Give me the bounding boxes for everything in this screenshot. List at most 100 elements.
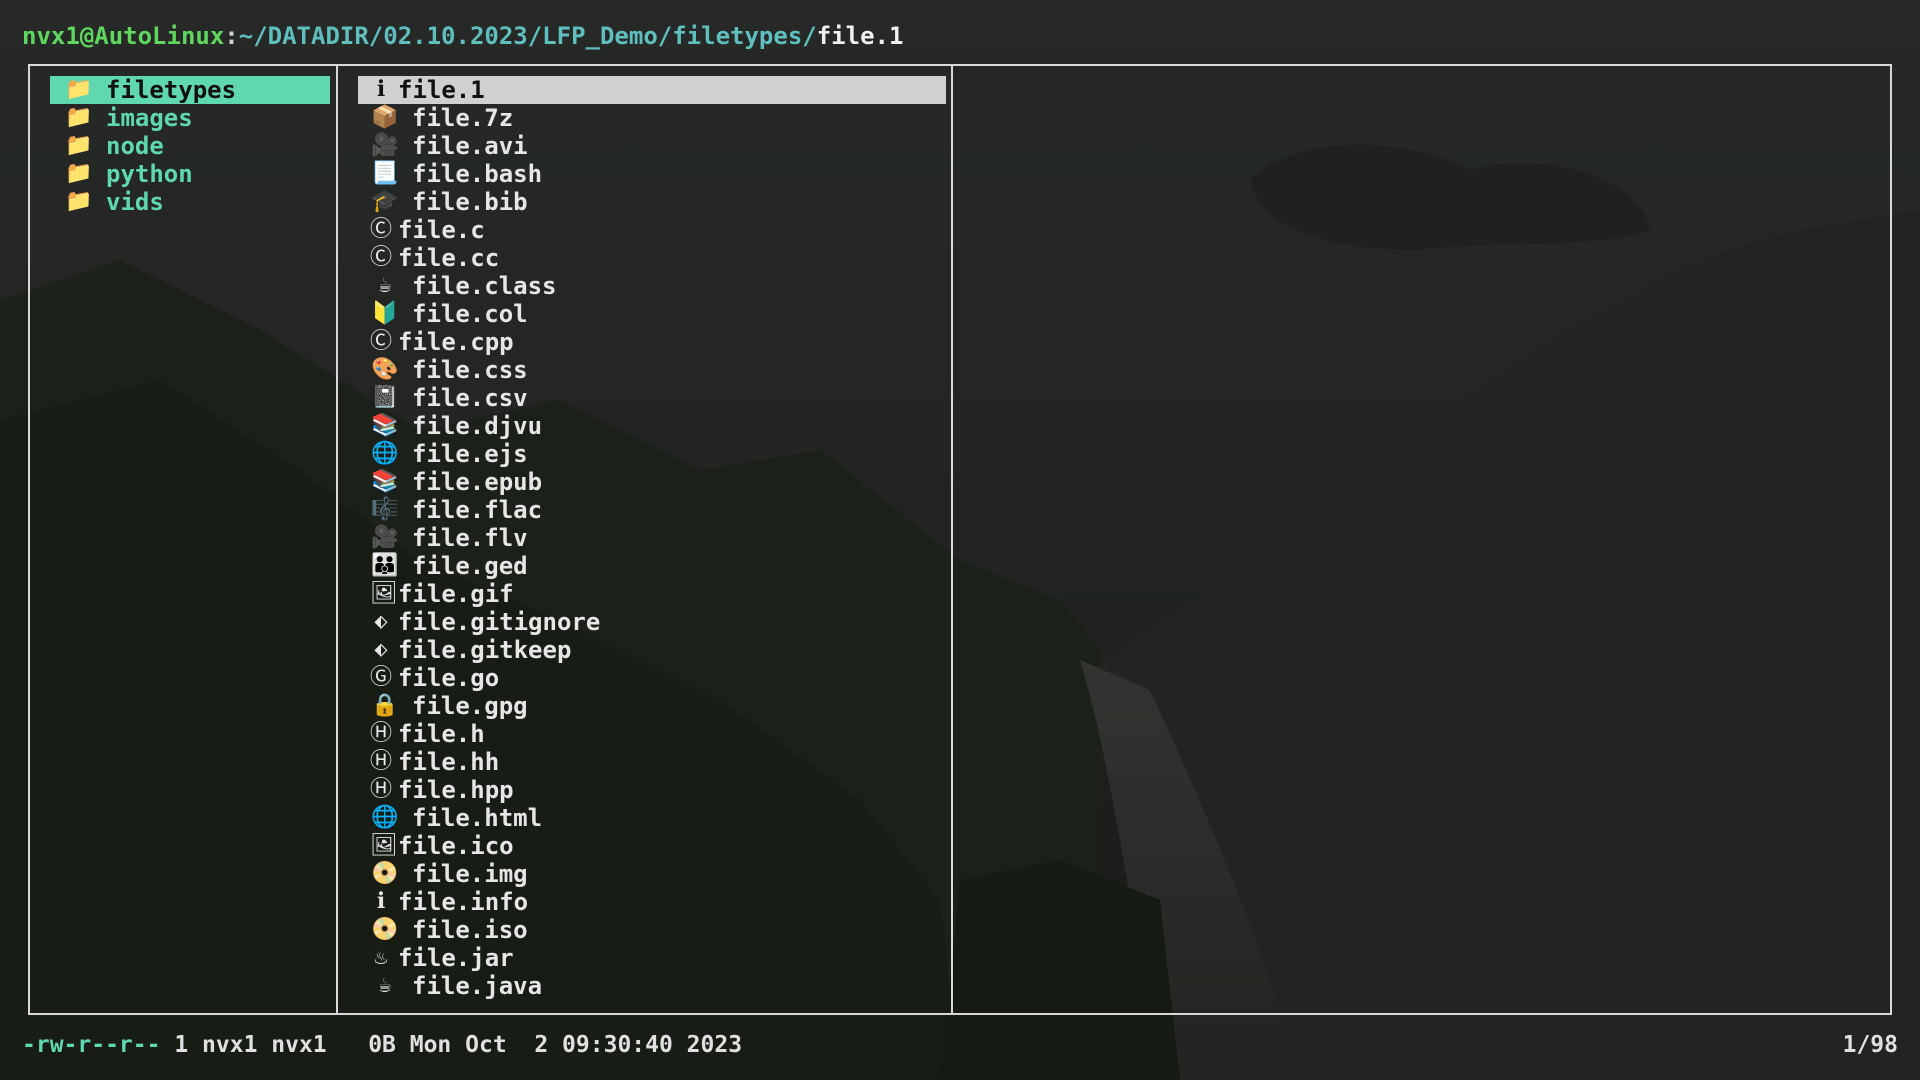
file-item[interactable]: 📀 file.img	[358, 860, 946, 888]
file-item[interactable]: 📚 file.djvu	[358, 412, 946, 440]
h-letter-icon: Ⓗ	[370, 721, 393, 746]
file-item-label: file.html	[412, 804, 543, 832]
directory-item[interactable]: 📁 node	[50, 132, 330, 160]
file-item[interactable]: 🔒 file.gpg	[358, 692, 946, 720]
file-item-label: file.c	[398, 216, 485, 244]
directory-item-label: python	[106, 160, 193, 188]
terminal-file-manager: nvx1@AutoLinux:~/DATADIR/02.10.2023/LFP_…	[0, 0, 1920, 1080]
file-item[interactable]: 📦 file.7z	[358, 104, 946, 132]
file-item[interactable]: 🎼 file.flac	[358, 496, 946, 524]
file-item-label: file.hpp	[398, 776, 514, 804]
file-item-label: file.cc	[398, 244, 500, 272]
h-letter-icon: Ⓗ	[370, 749, 393, 774]
package-icon: 📦	[371, 105, 399, 130]
column-divider-left	[336, 64, 338, 1015]
file-item[interactable]: Ⓗfile.hpp	[358, 776, 946, 804]
music-score-icon: 🎼	[371, 497, 399, 522]
file-item[interactable]: Ⓒfile.c	[358, 216, 946, 244]
file-item[interactable]: 🌐 file.ejs	[358, 440, 946, 468]
c-letter-icon: Ⓒ	[370, 217, 393, 242]
file-item-label: file.1	[398, 76, 485, 104]
disc-icon: 📀	[371, 917, 399, 942]
framed-picture-icon: 🖼	[370, 833, 398, 858]
file-item[interactable]: ℹ file.info	[358, 888, 946, 916]
file-item-label: file.gif	[398, 580, 514, 608]
file-item[interactable]: 🎨 file.css	[358, 356, 946, 384]
file-item[interactable]: 📀 file.iso	[358, 916, 946, 944]
file-item-label: file.gitignore	[398, 608, 601, 636]
video-camera-icon: 🎥	[371, 133, 399, 158]
file-item-label: file.flac	[412, 496, 543, 524]
file-item-label: file.ejs	[412, 440, 528, 468]
file-item[interactable]: 📓 file.csv	[358, 384, 946, 412]
file-item-label: file.cpp	[398, 328, 514, 356]
file-details: 1 nvx1 nvx1 0B Mon Oct 2 09:30:40 2023	[160, 1032, 743, 1058]
c-letter-icon: Ⓒ	[370, 329, 393, 354]
file-item[interactable]: 👪 file.ged	[358, 552, 946, 580]
file-list-column: ℹ file.1 📦 file.7z 🎥 file.avi 📃 file.bash 🎓 file.…	[358, 76, 946, 1000]
file-item[interactable]: ⬖ file.gitignore	[358, 608, 946, 636]
directory-item[interactable]: 📁 vids	[50, 188, 330, 216]
git-diamond-icon: ⬖	[374, 637, 388, 662]
file-item[interactable]: 🎥 file.avi	[358, 132, 946, 160]
preview-pane	[956, 76, 1886, 1016]
file-item-label: file.img	[412, 860, 528, 888]
palette-icon: 🎨	[371, 357, 399, 382]
parent-directory-column: 📁 filetypes 📁 images 📁 node 📁 python 📁 vids	[50, 76, 330, 216]
directory-item-label: images	[106, 104, 193, 132]
file-item[interactable]: 🌐 file.html	[358, 804, 946, 832]
file-item[interactable]: Ⓖfile.go	[358, 664, 946, 692]
file-item-label: file.hh	[398, 748, 500, 776]
globe-icon: 🌐	[371, 805, 399, 830]
video-camera-icon: 🎥	[371, 525, 399, 550]
file-item[interactable]: 📃 file.bash	[358, 160, 946, 188]
file-item[interactable]: 🖼 file.ico	[358, 832, 946, 860]
file-item-label: file.iso	[412, 916, 528, 944]
books-icon: 📚	[371, 413, 399, 438]
user-host: nvx1@AutoLinux	[22, 22, 225, 50]
file-item-label: file.class	[412, 272, 557, 300]
file-item[interactable]: 🖼 file.gif	[358, 580, 946, 608]
directory-item[interactable]: 📁 filetypes	[50, 76, 330, 104]
framed-picture-icon: 🖼	[370, 581, 398, 606]
file-item-label: file.ged	[412, 552, 528, 580]
disc-icon: 📀	[371, 861, 399, 886]
file-item-label: file.info	[398, 888, 529, 916]
directory-item[interactable]: 📁 images	[50, 104, 330, 132]
folder-icon: 📁	[65, 161, 93, 186]
file-permissions: -rw-r--r--	[22, 1032, 161, 1058]
file-item[interactable]: Ⓒfile.cpp	[358, 328, 946, 356]
h-letter-icon: Ⓗ	[370, 777, 393, 802]
coffee-icon: ☕	[378, 273, 392, 298]
file-item[interactable]: ♨ file.jar	[358, 944, 946, 972]
directory-item-label: vids	[106, 188, 164, 216]
hot-springs-icon: ♨	[374, 945, 388, 970]
file-item[interactable]: Ⓗfile.hh	[358, 748, 946, 776]
directory-item-label: filetypes	[106, 76, 237, 104]
file-item-label: file.7z	[412, 104, 514, 132]
file-item[interactable]: ℹ file.1	[358, 76, 946, 104]
file-item-label: file.gitkeep	[398, 636, 572, 664]
folder-icon: 📁	[65, 189, 93, 214]
git-diamond-icon: ⬖	[374, 609, 388, 634]
file-item[interactable]: Ⓒfile.cc	[358, 244, 946, 272]
g-letter-icon: Ⓖ	[370, 665, 393, 690]
file-item[interactable]: 🎓 file.bib	[358, 188, 946, 216]
file-item[interactable]: 🔰 file.col	[358, 300, 946, 328]
file-item[interactable]: 🎥 file.flv	[358, 524, 946, 552]
c-letter-icon: Ⓒ	[370, 245, 393, 270]
directory-item-label: node	[106, 132, 164, 160]
directory-item[interactable]: 📁 python	[50, 160, 330, 188]
file-item[interactable]: Ⓗfile.h	[358, 720, 946, 748]
file-item-label: file.css	[412, 356, 528, 384]
file-item[interactable]: ⬖ file.gitkeep	[358, 636, 946, 664]
current-filename: file.1	[816, 22, 904, 50]
file-item-label: file.gpg	[412, 692, 528, 720]
lock-icon: 🔒	[371, 693, 399, 718]
file-item-label: file.ico	[398, 832, 514, 860]
column-divider-right	[951, 64, 953, 1015]
status-bar: -rw-r--r-- 1 nvx1 nvx1 0B Mon Oct 2 09:3…	[22, 1030, 1898, 1060]
file-item[interactable]: ☕ file.class	[358, 272, 946, 300]
file-item[interactable]: 📚 file.epub	[358, 468, 946, 496]
file-item[interactable]: ☕ file.java	[358, 972, 946, 1000]
